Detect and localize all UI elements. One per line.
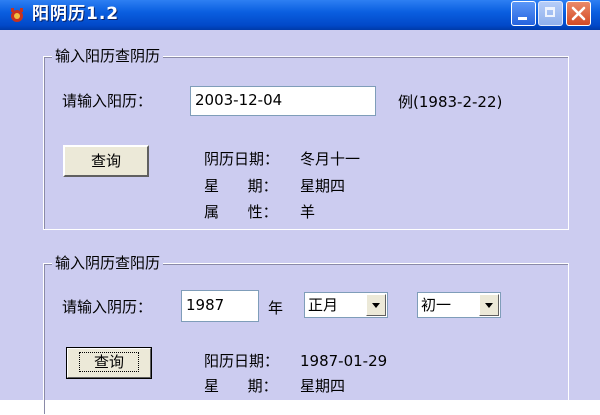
window-title: 阳阴历1.2: [32, 4, 120, 24]
day-selected-value: 初一: [421, 296, 452, 314]
solar-input-label: 请输入阳历：: [62, 92, 153, 110]
app-icon: [11, 8, 23, 22]
lunar-input-label: 请输入阴历：: [62, 298, 153, 316]
lunar-day-select[interactable]: 初一: [417, 292, 501, 318]
close-icon: [571, 6, 586, 21]
close-button[interactable]: [566, 1, 591, 26]
maximize-button[interactable]: [538, 1, 563, 26]
solar-date-label: 阳历日期：: [204, 352, 280, 370]
year-unit-label: 年: [268, 299, 284, 317]
solar-to-lunar-group-title: 输入阳历查阴历: [52, 47, 164, 65]
lunar-year-input[interactable]: 1987: [181, 290, 259, 322]
month-dropdown-arrow-icon[interactable]: [366, 294, 386, 316]
lunar-month-select[interactable]: 正月: [304, 292, 388, 318]
lunar-query-button-label: 查询: [78, 352, 139, 372]
weekday-value: 星期四: [300, 177, 346, 195]
solar-date-value: 1987-01-29: [300, 352, 388, 370]
lunar-weekday-label: 星 期：: [204, 377, 278, 395]
title-bar[interactable]: 阳阴历1.2: [0, 0, 600, 30]
lunar-date-label: 阴历日期：: [204, 150, 280, 168]
weekday-label: 星 期：: [204, 177, 278, 195]
example-hint: 例(1983-2-22): [398, 93, 503, 111]
lunar-to-solar-group-title: 输入阴历查阳历: [52, 254, 164, 272]
app-window: 阳阴历1.2 输入阳历查阴历 请输入阳历： 2003-12-04 例(1983-…: [0, 0, 600, 415]
day-dropdown-arrow-icon[interactable]: [479, 294, 499, 316]
month-selected-value: 正月: [308, 296, 339, 314]
solar-query-button[interactable]: 查询: [63, 145, 149, 177]
lunar-query-button[interactable]: 查询: [66, 347, 152, 379]
solar-date-input[interactable]: 2003-12-04: [190, 86, 376, 116]
zodiac-label: 属 性：: [204, 203, 278, 221]
lunar-weekday-value: 星期四: [300, 377, 346, 395]
zodiac-value: 羊: [300, 203, 316, 221]
minimize-button[interactable]: [511, 1, 536, 26]
lunar-date-value: 冬月十一: [300, 150, 361, 168]
